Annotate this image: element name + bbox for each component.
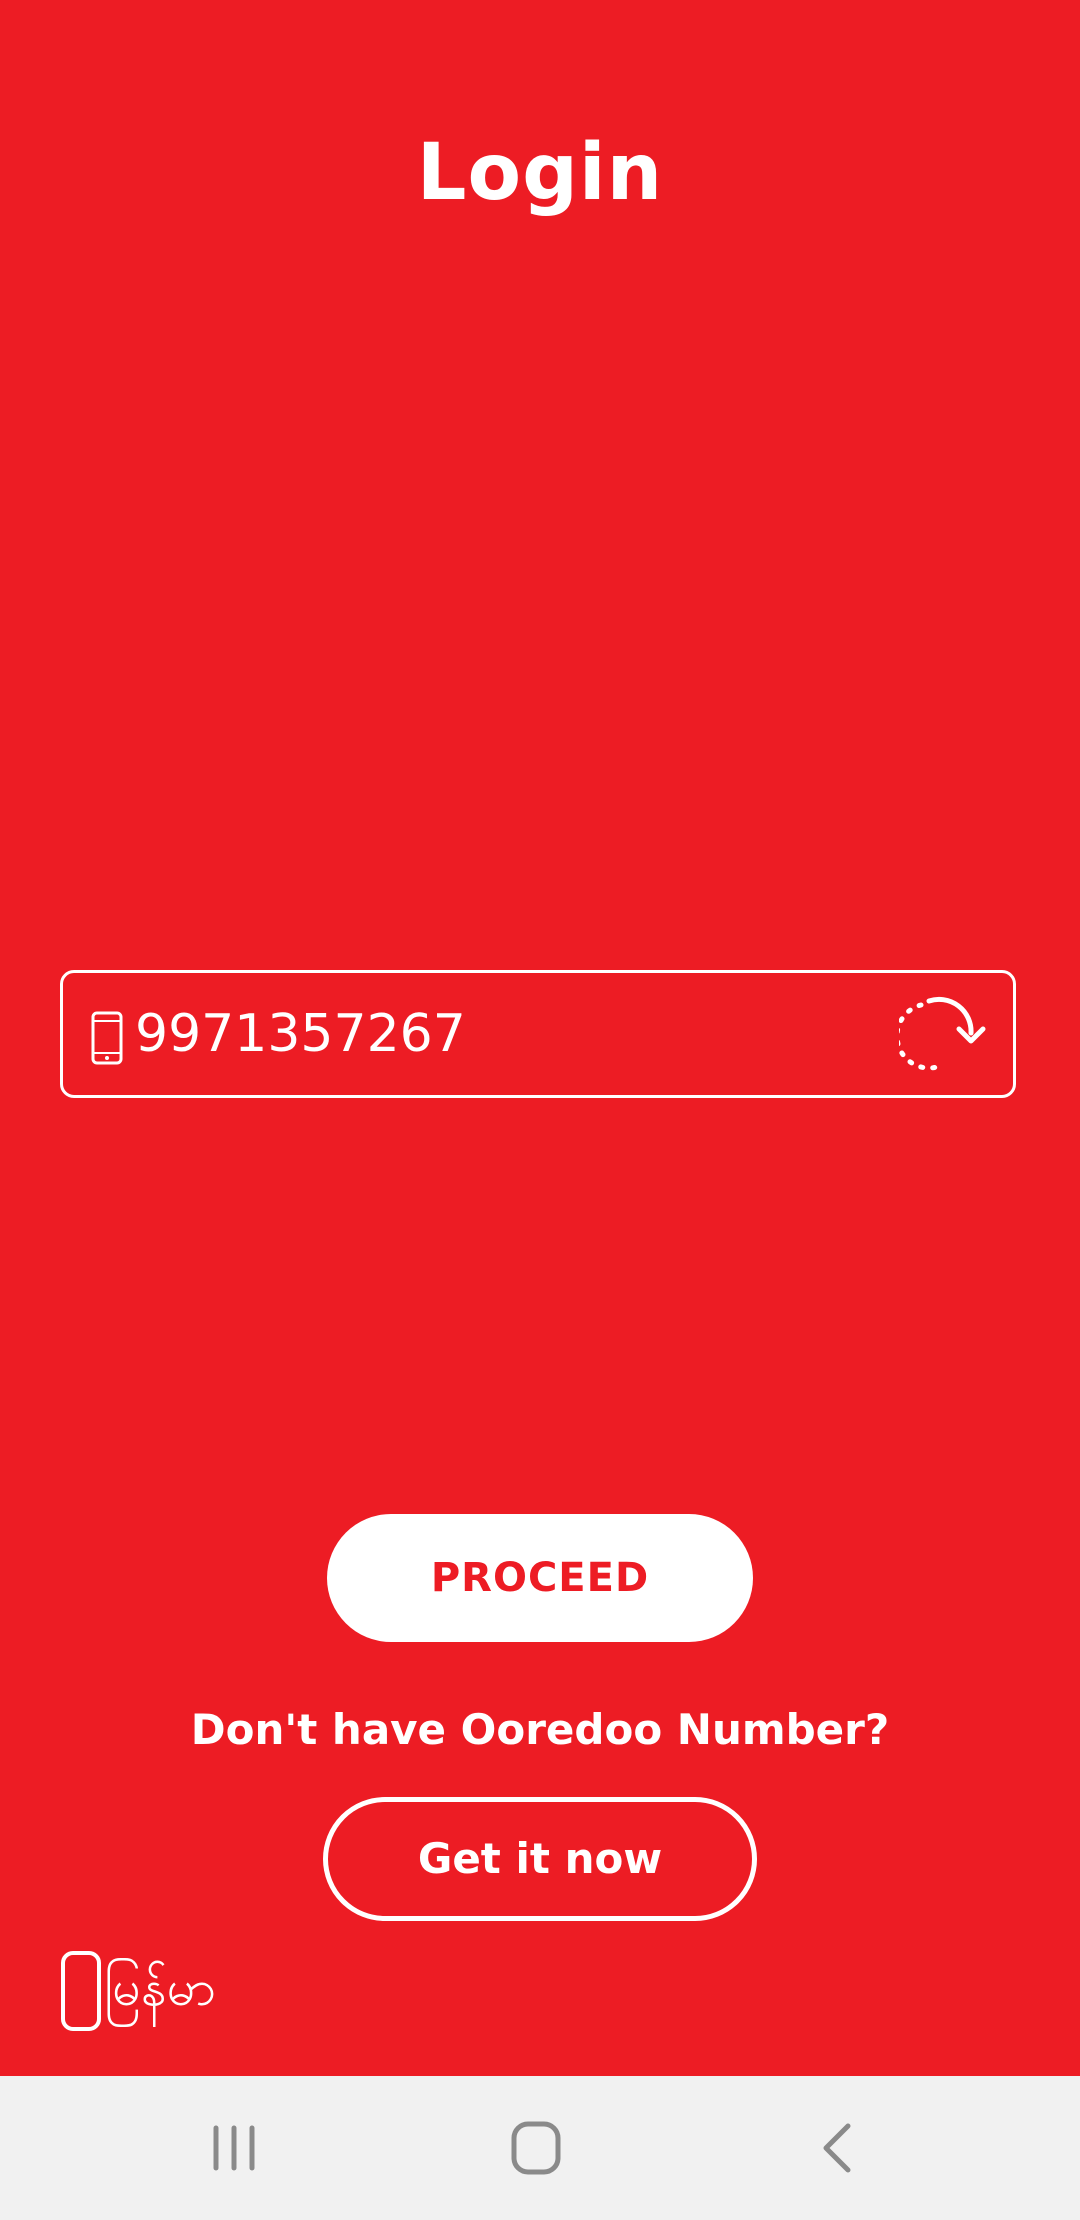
no-number-question: Don't have Ooredoo Number? (190, 1705, 890, 1754)
language-label: မြန်မာ (104, 1958, 216, 2017)
phone-number-field[interactable]: 9971357267 (60, 970, 1016, 1098)
page-title: Login (416, 128, 664, 218)
recents-icon[interactable] (194, 2116, 274, 2180)
home-icon[interactable] (496, 2116, 576, 2180)
smartphone-icon (91, 1011, 123, 1065)
get-it-now-button[interactable]: Get it now (323, 1797, 757, 1921)
language-switch[interactable]: မြန်မာ (60, 1950, 216, 2032)
login-screen: Login 9971357267 PROCEED Don't have Oore… (0, 0, 1080, 2076)
phone-outline-icon (61, 1951, 101, 2031)
back-icon[interactable] (798, 2116, 878, 2180)
refresh-icon[interactable] (899, 995, 989, 1075)
phone-number-input[interactable]: 9971357267 (135, 973, 835, 1095)
proceed-button[interactable]: PROCEED (327, 1514, 753, 1642)
system-nav-bar (0, 2076, 1080, 2220)
